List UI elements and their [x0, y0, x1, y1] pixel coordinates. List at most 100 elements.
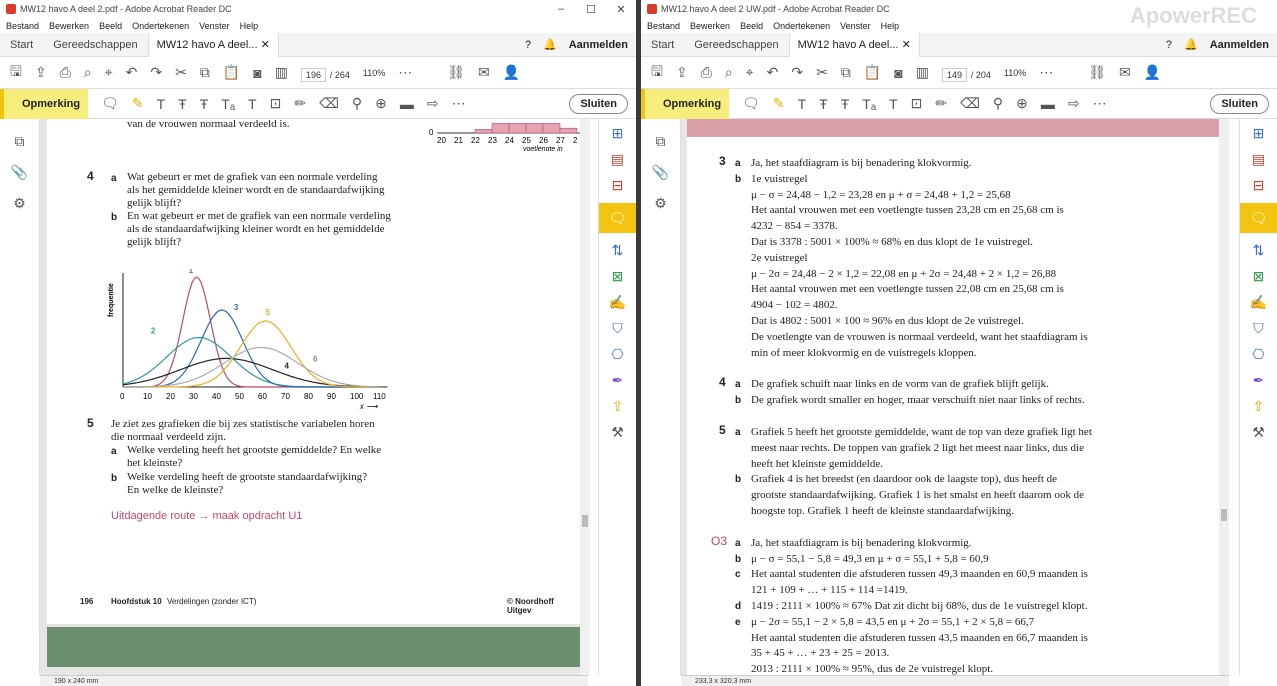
- print-icon[interactable]: ⎙: [60, 64, 71, 81]
- menu-beeld[interactable]: Beeld: [740, 21, 763, 31]
- tab-tools[interactable]: Gereedschappen: [684, 39, 788, 51]
- cut-icon[interactable]: ✂: [816, 64, 828, 81]
- textbox-icon[interactable]: ⊡: [911, 95, 923, 112]
- comment-tool-icon[interactable]: 🗨: [598, 203, 636, 233]
- close-comment-button[interactable]: Sluiten: [569, 93, 628, 114]
- login-button[interactable]: Aanmelden: [569, 39, 628, 51]
- close-icon[interactable]: ✕: [606, 3, 636, 16]
- upload-icon[interactable]: ⇪: [35, 64, 47, 81]
- zoom-select[interactable]: 110%: [1004, 68, 1026, 78]
- minimize-icon[interactable]: –: [546, 3, 576, 16]
- menu-bewerken[interactable]: Bewerken: [49, 21, 89, 31]
- print-icon[interactable]: ⎙: [701, 64, 712, 81]
- tab-document[interactable]: MW12 havo A deel... ✕: [147, 32, 279, 57]
- share-icon[interactable]: ⇧: [612, 398, 624, 415]
- insert-text-icon[interactable]: Tₐ: [862, 96, 876, 112]
- menu-venster[interactable]: Venster: [199, 21, 230, 31]
- undo-icon[interactable]: ↶: [767, 64, 779, 81]
- menu-bestand[interactable]: Bestand: [6, 21, 39, 31]
- organize-pages-icon[interactable]: ▤: [1252, 151, 1265, 168]
- redo-icon[interactable]: ↷: [150, 64, 162, 81]
- strikethrough-icon[interactable]: Ŧ: [178, 96, 187, 112]
- line-icon[interactable]: ▬: [400, 96, 414, 112]
- screenshot-icon[interactable]: ◙: [894, 65, 902, 81]
- bell-icon[interactable]: 🔔: [543, 38, 557, 51]
- create-pdf-icon[interactable]: ⊞: [1253, 125, 1265, 142]
- highlighter-icon[interactable]: ✎: [773, 95, 785, 112]
- tab-close-icon[interactable]: ✕: [261, 39, 270, 51]
- combine-files-icon[interactable]: ⇅: [1253, 242, 1265, 259]
- paste-icon[interactable]: 📋: [223, 64, 240, 81]
- replace-text-icon[interactable]: Ŧ: [200, 96, 209, 112]
- vertical-scrollbar[interactable]: [1219, 119, 1229, 675]
- tab-start[interactable]: Start: [0, 39, 43, 51]
- enhance-scan-icon[interactable]: ⎔: [611, 346, 623, 363]
- mail-icon[interactable]: ✉: [478, 64, 490, 81]
- attachment-icon[interactable]: 📎: [652, 164, 669, 181]
- text-icon[interactable]: T: [798, 96, 807, 112]
- send-signature-icon[interactable]: ✒: [1253, 372, 1265, 389]
- more-icon[interactable]: ⋯: [1039, 64, 1053, 81]
- menu-ondertekenen[interactable]: Ondertekenen: [773, 21, 830, 31]
- insert-text-icon[interactable]: Tₐ: [221, 96, 235, 112]
- add-user-icon[interactable]: 👤: [503, 64, 520, 81]
- login-button[interactable]: Aanmelden: [1210, 39, 1269, 51]
- document-canvas[interactable]: 3 a Ja, het staafdiagram is bij benadering…: [681, 119, 1229, 675]
- more-icon[interactable]: ⋯: [398, 64, 412, 81]
- enhance-scan-icon[interactable]: ⎔: [1252, 346, 1264, 363]
- file-search-icon[interactable]: ⌖: [105, 64, 113, 81]
- highlighter-icon[interactable]: ✎: [132, 95, 144, 112]
- stamp-icon[interactable]: ⚲: [352, 95, 362, 112]
- link-icon[interactable]: ⛓: [1088, 64, 1106, 81]
- undo-icon[interactable]: ↶: [126, 64, 138, 81]
- pencil-icon[interactable]: ✏: [935, 95, 947, 112]
- mail-icon[interactable]: ✉: [1119, 64, 1131, 81]
- more-tools-icon[interactable]: ⚒: [611, 424, 624, 441]
- link-icon[interactable]: ⛓: [447, 64, 465, 81]
- scrollbar-thumb[interactable]: [1221, 509, 1227, 521]
- more-tools-icon[interactable]: ⚒: [1252, 424, 1265, 441]
- fill-sign-icon[interactable]: ✍: [1250, 294, 1267, 311]
- attach-icon[interactable]: ⊕: [375, 95, 387, 112]
- tab-close-icon[interactable]: ✕: [902, 39, 911, 51]
- copy-icon[interactable]: ⧉: [841, 64, 851, 81]
- page-layout-icon[interactable]: ▥: [275, 64, 288, 81]
- zoom-select[interactable]: 110%: [363, 68, 385, 78]
- help-icon[interactable]: ?: [1166, 39, 1172, 51]
- menu-beeld[interactable]: Beeld: [99, 21, 122, 31]
- document-canvas[interactable]: van de vrouwen normaal verdeeld is. 0 20 2…: [40, 119, 588, 675]
- layers-icon[interactable]: ⚙: [654, 195, 667, 212]
- comment-tool-icon[interactable]: 🗨: [1239, 203, 1277, 233]
- page-number-input[interactable]: 149: [941, 67, 967, 82]
- more-annot-icon[interactable]: ⋯: [452, 95, 466, 112]
- scrollbar-thumb[interactable]: [582, 515, 588, 527]
- arrow-icon[interactable]: ⇨: [1068, 95, 1080, 112]
- attachment-icon[interactable]: 📎: [11, 164, 28, 181]
- add-text-icon[interactable]: T: [248, 96, 257, 112]
- share-icon[interactable]: ⇧: [1253, 398, 1265, 415]
- pages-icon[interactable]: ⧉: [656, 133, 666, 150]
- file-search-icon[interactable]: ⌖: [746, 64, 754, 81]
- text-icon[interactable]: T: [157, 96, 166, 112]
- redo-icon[interactable]: ↷: [791, 64, 803, 81]
- tab-start[interactable]: Start: [641, 39, 684, 51]
- line-icon[interactable]: ▬: [1041, 96, 1055, 112]
- tab-document[interactable]: MW12 havo A deel... ✕: [788, 32, 920, 57]
- pages-icon[interactable]: ⧉: [15, 133, 25, 150]
- arrow-icon[interactable]: ⇨: [427, 95, 439, 112]
- page-layout-icon[interactable]: ▥: [916, 64, 929, 81]
- challenge-route-link[interactable]: Uitdagende route → maak opdracht U1: [111, 510, 302, 522]
- sticky-note-icon[interactable]: 🗨: [742, 95, 760, 112]
- strikethrough-icon[interactable]: Ŧ: [819, 96, 828, 112]
- attach-icon[interactable]: ⊕: [1016, 95, 1028, 112]
- bell-icon[interactable]: 🔔: [1184, 38, 1198, 51]
- layers-icon[interactable]: ⚙: [13, 195, 26, 212]
- page-number-input[interactable]: 196: [300, 67, 326, 82]
- sticky-note-icon[interactable]: 🗨: [101, 95, 119, 112]
- save-icon[interactable]: 🖫: [651, 61, 663, 85]
- menu-ondertekenen[interactable]: Ondertekenen: [132, 21, 189, 31]
- eraser-icon[interactable]: ⌫: [960, 95, 980, 112]
- copy-icon[interactable]: ⧉: [200, 64, 210, 81]
- add-text-icon[interactable]: T: [889, 96, 898, 112]
- protect-icon[interactable]: ⛉: [612, 320, 623, 337]
